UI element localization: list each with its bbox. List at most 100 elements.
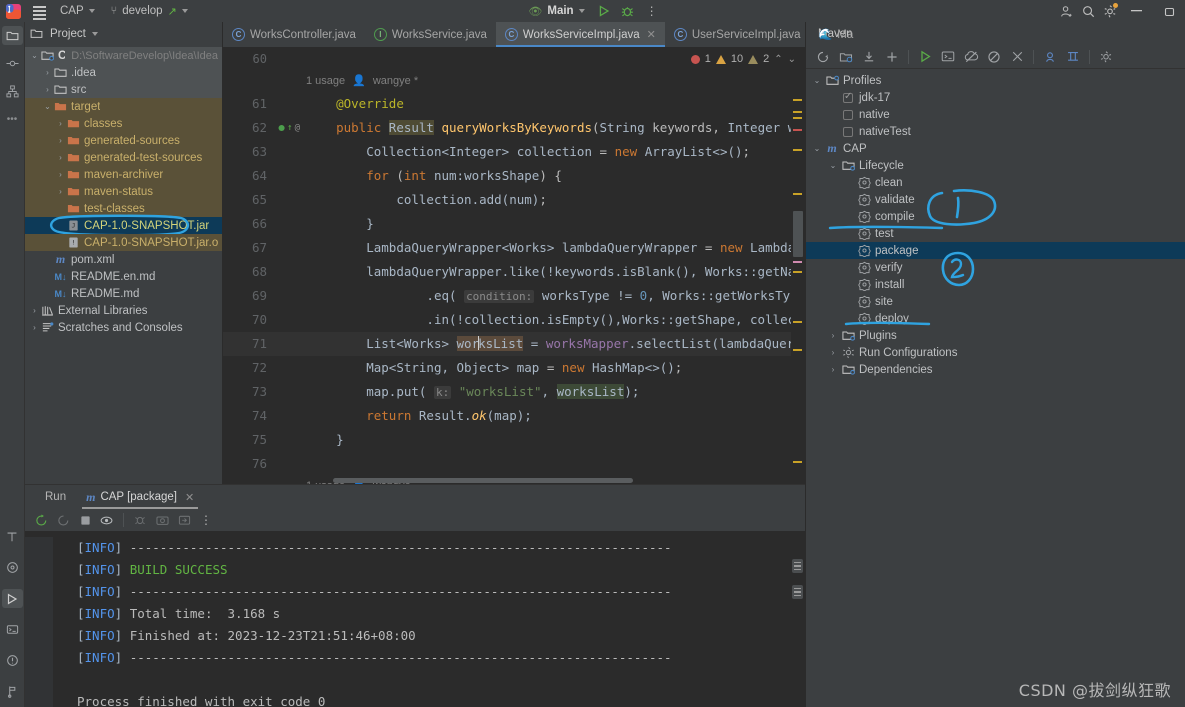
project-selector[interactable]: CAP <box>52 0 103 22</box>
problems-tool-icon[interactable] <box>2 651 23 670</box>
maven-tree-item[interactable]: package <box>806 242 1185 259</box>
reload-icon[interactable] <box>812 46 834 67</box>
editor-tab[interactable]: C WorksServiceImpl.java ✕ <box>495 22 665 47</box>
reload-project-icon[interactable] <box>835 46 857 67</box>
camera-icon[interactable] <box>152 511 172 530</box>
run-tool-icon[interactable] <box>1 589 23 608</box>
code-line[interactable]: 72 Map<String, Object> map = new HashMap… <box>223 356 805 380</box>
override-gutter-icon[interactable]: ↑ @ <box>278 116 300 140</box>
maven-tree-item[interactable]: › Plugins <box>806 327 1185 344</box>
terminal-tool-icon[interactable] <box>2 527 23 546</box>
tree-arrow-icon[interactable]: ⌄ <box>42 102 53 111</box>
offline-mode-icon[interactable] <box>960 46 982 67</box>
code-line[interactable]: 75 } <box>223 428 805 452</box>
console-scrollbar[interactable] <box>789 531 805 707</box>
usage-count[interactable]: 1 usage <box>306 71 345 92</box>
project-tree-item[interactable]: › Scratches and Consoles <box>25 319 222 336</box>
next-problem-icon[interactable]: ⌄ <box>788 54 796 65</box>
code-line[interactable]: 62 ↑ @ public Result queryWorksByKeywords(… <box>223 116 805 140</box>
git-tool-icon[interactable] <box>2 682 23 701</box>
close-icon[interactable]: ✕ <box>647 28 656 41</box>
settings-icon[interactable] <box>1095 46 1117 67</box>
project-tree-item[interactable]: › External Libraries <box>25 302 222 319</box>
code-line[interactable]: 63 Collection<Integer> collection = new … <box>223 140 805 164</box>
project-tree-item[interactable]: › maven-archiver <box>25 166 222 183</box>
maven-tree-item[interactable]: site <box>806 293 1185 310</box>
code-line[interactable]: 70 .in(!collection.isEmpty(),Works::getS… <box>223 308 805 332</box>
maven-tree-item[interactable]: ⌄ m CAP <box>806 140 1185 157</box>
search-icon[interactable] <box>1077 0 1099 22</box>
minimize-icon[interactable] <box>1121 0 1153 22</box>
project-tree-item[interactable]: M↓ README.en.md <box>25 268 222 285</box>
code-line[interactable]: 66 } <box>223 212 805 236</box>
structure-tool-icon[interactable] <box>2 82 23 101</box>
more-tools-icon[interactable]: ••• <box>2 110 23 129</box>
editor-scroll-map[interactable] <box>791 71 805 484</box>
commit-tool-icon[interactable] <box>2 54 23 73</box>
download-sources-icon[interactable] <box>858 46 880 67</box>
maven-tree-item[interactable]: nativeTest <box>806 123 1185 140</box>
code-line[interactable]: 64 for (int num:worksShape) { <box>223 164 805 188</box>
maven-tree-item[interactable]: › Run Configurations <box>806 344 1185 361</box>
run-configuration-selector[interactable]: 👁 Main <box>522 5 590 18</box>
project-tree-item[interactable]: › generated-test-sources <box>25 149 222 166</box>
account-icon[interactable] <box>1055 0 1077 22</box>
profiler-tool-icon[interactable] <box>2 558 23 577</box>
tree-arrow-icon[interactable]: › <box>826 365 840 374</box>
console-tab-bar[interactable]: Run m CAP [package] ✕ <box>25 485 805 509</box>
stop-icon[interactable] <box>75 511 95 530</box>
eye-icon[interactable] <box>97 511 117 530</box>
console-tab[interactable]: m CAP [package] ✕ <box>76 485 204 509</box>
profile-checkbox[interactable] <box>843 109 853 120</box>
show-dependencies-icon[interactable] <box>1039 46 1061 67</box>
rerun-failed-icon[interactable] <box>53 511 73 530</box>
maven-tree-item[interactable]: compile <box>806 208 1185 225</box>
editor-tab[interactable]: I WorksService.java <box>365 22 496 47</box>
code-line[interactable]: 65 collection.add(num); <box>223 188 805 212</box>
code-line[interactable]: 61 @Override <box>223 92 805 116</box>
tree-arrow-icon[interactable]: ⌄ <box>29 51 40 60</box>
tree-arrow-icon[interactable]: › <box>826 348 840 357</box>
project-tree-item[interactable]: ⌄ target <box>25 98 222 115</box>
project-tree-item[interactable]: ! CAP-1.0-SNAPSHOT.jar.origin <box>25 234 222 251</box>
export-icon[interactable] <box>174 511 194 530</box>
more-options-icon[interactable]: ⋮ <box>196 511 216 530</box>
tree-arrow-icon[interactable]: › <box>29 306 40 315</box>
editor-horizontal-scrollbar[interactable] <box>278 478 791 484</box>
console-output[interactable]: [INFO] ---------------------------------… <box>25 531 805 707</box>
maven-tree-item[interactable]: verify <box>806 259 1185 276</box>
maven-tree-item[interactable]: validate <box>806 191 1185 208</box>
maven-tree-item[interactable]: clean <box>806 174 1185 191</box>
editor-tab[interactable]: 🌊 Ma <box>810 22 863 47</box>
tree-arrow-icon[interactable]: › <box>55 136 66 145</box>
align-icon[interactable] <box>1062 46 1084 67</box>
maven-tree-item[interactable]: native <box>806 106 1185 123</box>
maven-tree-item[interactable]: ⌄ Profiles <box>806 72 1185 89</box>
maven-tree-item[interactable]: install <box>806 276 1185 293</box>
run-button[interactable] <box>593 0 615 22</box>
project-tree-item[interactable]: › src <box>25 81 222 98</box>
profile-checkbox[interactable] <box>843 91 853 103</box>
code-line[interactable]: 76 <box>223 452 805 476</box>
prev-problem-icon[interactable]: ⌃ <box>774 54 782 65</box>
maven-tree[interactable]: ⌄Profilesjdk-17nativenativeTest⌄mCAP⌄Lif… <box>806 69 1185 707</box>
code-line[interactable]: 67 LambdaQueryWrapper<Works> lambdaQuery… <box>223 236 805 260</box>
editor-tab[interactable]: C WorksController.java <box>223 22 365 47</box>
debug-icon[interactable] <box>130 511 150 530</box>
more-options-icon[interactable]: ⋮ <box>641 0 663 22</box>
branch-selector[interactable]: ⑂ develop ↗ <box>103 0 196 22</box>
code-lines[interactable]: . 1 usage 👤 wangye *61 @Override62↑@ pub… <box>223 71 805 484</box>
tree-arrow-icon[interactable]: › <box>55 187 66 196</box>
tree-arrow-icon[interactable]: › <box>826 331 840 340</box>
code-line[interactable]: 68 lambdaQueryWrapper.like(!keywords.isB… <box>223 260 805 284</box>
tree-arrow-icon[interactable]: › <box>55 153 66 162</box>
code-line[interactable]: 74 return Result.ok(map); <box>223 404 805 428</box>
project-tree-item[interactable]: › maven-status <box>25 183 222 200</box>
tree-arrow-icon[interactable]: ⌄ <box>826 161 840 170</box>
maximize-icon[interactable] <box>1153 0 1185 22</box>
maven-tree-item[interactable]: test <box>806 225 1185 242</box>
project-tree-item[interactable]: test-classes <box>25 200 222 217</box>
code-line[interactable]: 69 .eq( condition: worksType != 0, Works… <box>223 284 805 308</box>
project-tree[interactable]: ⌄ CAP D:\SoftwareDevelop\Idea\Idea › .idea › s… <box>25 45 222 484</box>
tree-arrow-icon[interactable]: ⌄ <box>810 144 824 153</box>
